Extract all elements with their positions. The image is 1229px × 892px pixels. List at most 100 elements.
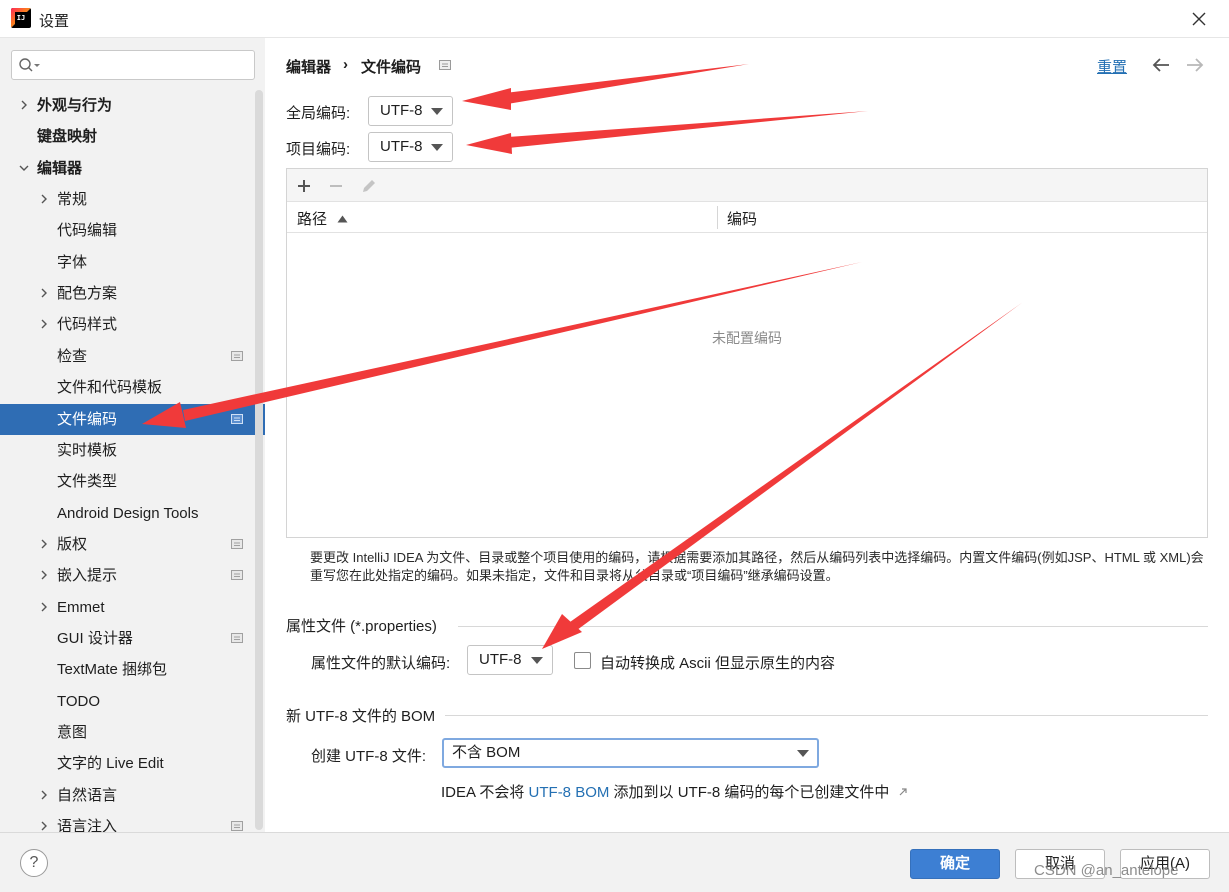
chevron-down-icon[interactable]	[19, 163, 29, 173]
project-encoding-select[interactable]: UTF-8	[368, 132, 453, 162]
sidebar-item[interactable]: 文件和代码模板	[0, 372, 265, 403]
global-encoding-select[interactable]: UTF-8	[368, 96, 453, 126]
sidebar-item[interactable]: 文件编码	[0, 404, 265, 435]
project-level-icon	[231, 633, 243, 643]
sidebar-item[interactable]: 键盘映射	[0, 121, 265, 152]
breadcrumb-parent[interactable]: 编辑器	[286, 56, 331, 77]
search-input[interactable]	[11, 50, 255, 80]
chevron-right-icon[interactable]	[19, 100, 29, 110]
dropdown-arrow-icon	[431, 108, 443, 115]
question-mark-icon: ?	[29, 854, 39, 871]
sidebar-item-label: Android Design Tools	[57, 505, 199, 522]
help-description: 要更改 IntelliJ IDEA 为文件、目录或整个项目使用的编码，请根据需要…	[310, 550, 1204, 583]
sidebar-item-label: 键盘映射	[37, 128, 98, 145]
column-header-encoding[interactable]: 编码	[727, 208, 757, 229]
sidebar-item[interactable]: 实时模板	[0, 435, 265, 466]
sidebar-item-label: 实时模板	[57, 442, 118, 459]
chevron-right-icon[interactable]	[39, 539, 49, 549]
sidebar-item-label: 常规	[57, 191, 88, 208]
sidebar-item[interactable]: TextMate 捆绑包	[0, 654, 265, 685]
sidebar-item[interactable]: 编辑器	[0, 153, 265, 184]
bom-select[interactable]: 不含 BOM	[442, 738, 819, 768]
table-empty-text: 未配置编码	[712, 330, 782, 346]
sidebar-item-label: 版权	[57, 536, 88, 553]
edit-pencil-icon[interactable]	[360, 177, 378, 195]
sidebar-item[interactable]: 嵌入提示	[0, 560, 265, 591]
sidebar-item[interactable]: Android Design Tools	[0, 498, 265, 529]
ascii-checkbox[interactable]	[574, 652, 591, 669]
sidebar-item[interactable]: 文字的 Live Edit	[0, 748, 265, 779]
chevron-right-icon[interactable]	[39, 790, 49, 800]
chevron-right-icon[interactable]	[39, 821, 49, 831]
bom-note-prefix: IDEA 不会将	[441, 784, 525, 801]
sidebar-item[interactable]: 语言注入	[0, 811, 265, 832]
sidebar-item-label: 文字的 Live Edit	[57, 755, 164, 772]
ok-button[interactable]: 确定	[910, 849, 1000, 879]
chevron-right-icon[interactable]	[39, 319, 49, 329]
ascii-checkbox-label[interactable]: 自动转换成 Ascii 但显示原生的内容	[600, 652, 835, 673]
sidebar-item[interactable]: 代码编辑	[0, 215, 265, 246]
global-encoding-label: 全局编码:	[286, 105, 351, 122]
settings-sidebar: 外观与行为键盘映射编辑器常规代码编辑字体配色方案代码样式检查文件和代码模板文件编…	[0, 38, 265, 832]
sidebar-item[interactable]: 检查	[0, 341, 265, 372]
sidebar-item[interactable]: 自然语言	[0, 780, 265, 811]
dropdown-arrow-icon	[431, 144, 443, 151]
chevron-right-icon[interactable]	[39, 194, 49, 204]
external-link-icon	[899, 788, 907, 796]
sidebar-item[interactable]: 外观与行为	[0, 90, 265, 121]
bom-note: IDEA 不会将 UTF-8 BOM 添加到以 UTF-8 编码的每个已创建文件…	[441, 781, 908, 802]
sort-ascending-icon	[337, 215, 348, 223]
properties-encoding-select[interactable]: UTF-8	[467, 645, 553, 675]
properties-encoding-value: UTF-8	[479, 651, 522, 668]
section-divider	[458, 626, 1208, 627]
chevron-right-icon[interactable]	[39, 288, 49, 298]
sidebar-item[interactable]: TODO	[0, 686, 265, 717]
path-encoding-table: 路径 编码 未配置编码	[286, 168, 1208, 538]
sidebar-item-label: Emmet	[57, 599, 105, 616]
bom-select-value: 不含 BOM	[452, 744, 521, 761]
sidebar-item[interactable]: 意图	[0, 717, 265, 748]
column-divider[interactable]	[717, 206, 718, 229]
forward-arrow-icon[interactable]	[1185, 56, 1205, 74]
dropdown-arrow-icon	[531, 657, 543, 664]
dropdown-arrow-icon	[797, 750, 809, 757]
chevron-right-icon[interactable]	[39, 570, 49, 580]
sidebar-item-label: 意图	[57, 724, 88, 741]
sidebar-item[interactable]: Emmet	[0, 592, 265, 623]
sidebar-item-label: 代码样式	[57, 316, 118, 333]
close-button[interactable]	[1186, 6, 1212, 32]
sidebar-item-label: 自然语言	[57, 787, 118, 804]
project-encoding-value: UTF-8	[380, 138, 423, 155]
chevron-right-icon[interactable]	[39, 602, 49, 612]
sidebar-item-label: 嵌入提示	[57, 567, 118, 584]
search-icon	[19, 58, 40, 72]
reset-link[interactable]: 重置	[1097, 56, 1127, 77]
sidebar-item[interactable]: 版权	[0, 529, 265, 560]
back-arrow-icon[interactable]	[1151, 56, 1171, 74]
sidebar-item[interactable]: 字体	[0, 247, 265, 278]
column-header-path[interactable]: 路径	[297, 208, 348, 229]
close-icon	[1192, 12, 1206, 26]
sidebar-scrollbar[interactable]	[255, 90, 263, 830]
help-button[interactable]: ?	[20, 849, 48, 877]
sidebar-item-label: 代码编辑	[57, 222, 118, 239]
bom-note-suffix: 添加到以 UTF-8 编码的每个已创建文件中	[613, 784, 890, 801]
table-toolbar	[287, 169, 1207, 202]
sidebar-item-label: 文件和代码模板	[57, 379, 163, 396]
properties-default-label: 属性文件的默认编码:	[311, 655, 451, 672]
table-header: 路径 编码	[287, 202, 1207, 233]
sidebar-item[interactable]: 代码样式	[0, 309, 265, 340]
sidebar-item-label: 语言注入	[57, 818, 118, 832]
sidebar-item[interactable]: 配色方案	[0, 278, 265, 309]
remove-icon[interactable]	[328, 178, 344, 194]
add-icon[interactable]	[296, 178, 312, 194]
bom-section-title: 新 UTF-8 文件的 BOM	[286, 708, 436, 725]
utf8-bom-link[interactable]: UTF-8 BOM	[529, 784, 610, 801]
breadcrumb-separator: ›	[343, 56, 348, 73]
sidebar-item[interactable]: 常规	[0, 184, 265, 215]
window-title: 设置	[39, 13, 70, 30]
sidebar-item-label: 字体	[57, 254, 88, 271]
sidebar-item[interactable]: GUI 设计器	[0, 623, 265, 654]
main-panel: 编辑器 › 文件编码 重置 全局编码: UTF-8 项目编码: UTF-8 路径…	[265, 38, 1229, 832]
sidebar-item[interactable]: 文件类型	[0, 466, 265, 497]
